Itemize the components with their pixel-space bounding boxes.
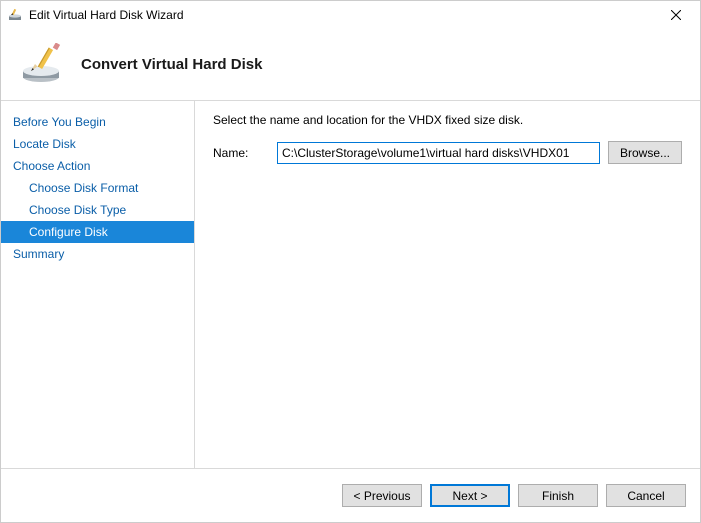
sidebar-item-choose-action[interactable]: Choose Action	[1, 155, 194, 177]
finish-button[interactable]: Finish	[518, 484, 598, 507]
sidebar-item-locate-disk[interactable]: Locate Disk	[1, 133, 194, 155]
name-field-row: Name: Browse...	[213, 141, 682, 164]
browse-button[interactable]: Browse...	[608, 141, 682, 164]
sidebar-item-choose-disk-type[interactable]: Choose Disk Type	[1, 199, 194, 221]
wizard-content: Select the name and location for the VHD…	[195, 101, 700, 468]
window-titlebar: Edit Virtual Hard Disk Wizard	[1, 1, 700, 29]
wizard-page-title: Convert Virtual Hard Disk	[81, 56, 262, 73]
sidebar-item-label: Choose Disk Type	[29, 203, 126, 217]
name-input[interactable]	[277, 142, 600, 164]
wizard-header-icon	[19, 43, 67, 87]
sidebar-item-label: Choose Action	[13, 159, 90, 173]
wizard-steps-sidebar: Before You Begin Locate Disk Choose Acti…	[1, 101, 195, 468]
sidebar-item-before-you-begin[interactable]: Before You Begin	[1, 111, 194, 133]
window-title: Edit Virtual Hard Disk Wizard	[29, 8, 656, 22]
wizard-footer: < Previous Next > Finish Cancel	[1, 468, 700, 522]
sidebar-item-label: Summary	[13, 247, 64, 261]
sidebar-item-label: Before You Begin	[13, 115, 106, 129]
sidebar-item-summary[interactable]: Summary	[1, 243, 194, 265]
sidebar-item-label: Configure Disk	[29, 225, 108, 239]
window-close-button[interactable]	[656, 1, 696, 29]
close-icon	[671, 10, 681, 20]
wizard-header: Convert Virtual Hard Disk	[1, 29, 700, 101]
sidebar-item-configure-disk[interactable]: Configure Disk	[1, 221, 194, 243]
sidebar-item-label: Locate Disk	[13, 137, 76, 151]
previous-button[interactable]: < Previous	[342, 484, 422, 507]
instruction-text: Select the name and location for the VHD…	[213, 113, 682, 127]
sidebar-item-choose-disk-format[interactable]: Choose Disk Format	[1, 177, 194, 199]
sidebar-item-label: Choose Disk Format	[29, 181, 138, 195]
app-icon	[7, 7, 23, 23]
next-button[interactable]: Next >	[430, 484, 510, 507]
cancel-button[interactable]: Cancel	[606, 484, 686, 507]
name-label: Name:	[213, 146, 269, 160]
